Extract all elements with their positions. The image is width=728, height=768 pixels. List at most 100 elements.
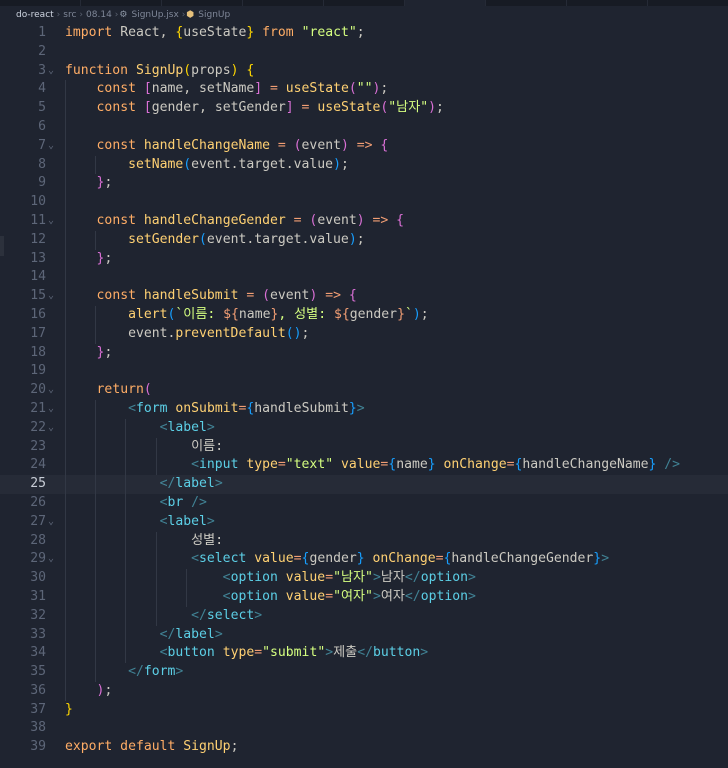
code-token: </	[357, 645, 373, 661]
fold-chevron-icon[interactable]: ⌄	[48, 62, 54, 81]
code-line[interactable]: 1 import React, {useState} from "react";	[0, 24, 728, 43]
code-token: (	[293, 137, 302, 153]
code-line[interactable]: 28 성별:	[0, 531, 728, 551]
code-line[interactable]: 39 export default SignUp;	[0, 738, 728, 757]
fold-chevron-icon[interactable]: ⌄	[48, 400, 54, 419]
code-token: const	[96, 212, 144, 228]
code-line[interactable]: 17 event.preventDefault();	[0, 324, 728, 344]
code-line[interactable]: 22 ⌄ <label>	[0, 418, 728, 438]
code-line[interactable]: 29 ⌄ <select value={gender} onChange={han…	[0, 550, 728, 570]
code-token: (	[183, 62, 192, 78]
code-line[interactable]: 37}	[0, 701, 728, 720]
code-line[interactable]: 14	[0, 268, 728, 288]
code-line[interactable]: 4 const [name, setName] = useState("");	[0, 80, 728, 100]
code-token: }	[593, 551, 602, 567]
code-token: [	[143, 81, 152, 97]
code-line[interactable]: 8 setName(event.target.value);	[0, 155, 728, 175]
code-line[interactable]: 10	[0, 193, 728, 212]
code-line[interactable]: 19	[0, 362, 728, 382]
code-line[interactable]: 36 );	[0, 681, 728, 701]
breadcrumb-item-src[interactable]: src	[61, 10, 78, 20]
line-number: 17	[30, 325, 46, 341]
line-number: 31	[30, 588, 46, 604]
code-line[interactable]: 21 ⌄ <form onSubmit={handleSubmit}>	[0, 399, 728, 419]
code-line[interactable]: 23 이름:	[0, 437, 728, 457]
code-token: ]	[254, 81, 263, 97]
code-token: <	[191, 457, 200, 473]
code-line[interactable]: 34 <button type="submit">제출</button>	[0, 644, 728, 664]
code-line[interactable]: 3 ⌄ function SignUp(props) {	[0, 62, 728, 81]
code-text: export default SignUp;	[65, 738, 238, 757]
fold-chevron-icon[interactable]: ⌄	[48, 419, 54, 438]
code-token: event.target.value	[191, 156, 334, 172]
code-line[interactable]: 38	[0, 719, 728, 738]
code-token: =	[435, 551, 444, 567]
code-line[interactable]: 7 ⌄ const handleChangeName = (event) => {	[0, 136, 728, 156]
indent-guide	[65, 362, 66, 382]
code-token: 이름:	[65, 438, 224, 454]
code-line[interactable]: 6	[0, 117, 728, 137]
breadcrumb-item-file[interactable]: SignUp.jsx	[129, 10, 180, 20]
code-editor[interactable]: do-react › src › 08.14 › ⚙ SignUp.jsx › …	[0, 0, 728, 768]
fold-chevron-icon[interactable]: ⌄	[48, 513, 54, 532]
code-text: setGender(event.target.value);	[65, 231, 365, 250]
code-token: {	[396, 212, 405, 228]
fold-chevron-icon[interactable]: ⌄	[48, 212, 54, 231]
breadcrumb-item-symbol[interactable]: SignUp	[196, 10, 232, 20]
code-token: >	[214, 626, 223, 642]
code-line[interactable]: 18 };	[0, 343, 728, 363]
code-line[interactable]: 9 };	[0, 174, 728, 194]
code-line[interactable]: 2	[0, 43, 728, 62]
code-token: import	[65, 25, 113, 40]
code-line[interactable]: 16 alert(`이름: ${name}, 성별: ${gender}`);	[0, 305, 728, 325]
code-token: from	[254, 25, 302, 40]
code-text: 이름:	[65, 438, 223, 457]
code-line[interactable]: 25 </label>	[0, 475, 728, 494]
code-text: <option value="여자">여자</option>	[65, 588, 476, 607]
fold-chevron-icon[interactable]: ⌄	[48, 287, 54, 306]
code-token: "남자"	[333, 570, 373, 586]
code-area[interactable]: 1 import React, {useState} from "react"; 2…	[0, 24, 728, 757]
code-line[interactable]: 20 ⌄ return(	[0, 381, 728, 400]
code-line[interactable]: 35 </form>	[0, 663, 728, 682]
code-line[interactable]: 12 setGender(event.target.value);	[0, 230, 728, 250]
code-text: <input type="text" value={name} onChange…	[65, 456, 680, 475]
code-text: const handleSubmit = (event) => {	[65, 287, 357, 306]
fold-chevron-icon[interactable]: ⌄	[48, 137, 54, 156]
code-token: event.target.value	[206, 231, 349, 247]
fold-chevron-icon[interactable]: ⌄	[48, 381, 54, 400]
code-token: gender, setGender	[151, 100, 286, 116]
code-token: >	[206, 513, 215, 529]
code-text: </label>	[65, 626, 223, 645]
breadcrumb-item-folder[interactable]: 08.14	[84, 10, 114, 20]
code-line[interactable]: 15 ⌄ const handleSubmit = (event) => {	[0, 287, 728, 306]
code-token: ;	[356, 231, 365, 247]
code-line[interactable]: 31 <option value="여자">여자</option>	[0, 587, 728, 607]
code-token: {	[380, 137, 389, 153]
code-token: <	[128, 400, 136, 416]
code-line[interactable]: 5 const [gender, setGender] = useState("…	[0, 99, 728, 118]
code-line[interactable]: 27 ⌄ <label>	[0, 512, 728, 532]
code-line[interactable]: 24 <input type="text" value={name} onCha…	[0, 456, 728, 476]
code-token: setName	[128, 156, 184, 172]
code-token: option	[230, 588, 278, 604]
code-token: <	[159, 513, 168, 529]
code-line[interactable]: 13 };	[0, 249, 728, 269]
fold-chevron-icon[interactable]: ⌄	[48, 550, 54, 569]
code-token: <	[222, 570, 231, 586]
code-line[interactable]: 33 </label>	[0, 625, 728, 645]
code-token: 남자	[380, 570, 405, 586]
breadcrumb-root[interactable]: do-react	[0, 10, 56, 20]
code-line[interactable]: 26 <br />	[0, 493, 728, 513]
code-line[interactable]: 11 ⌄ const handleChangeGender = (event) =…	[0, 211, 728, 231]
code-line[interactable]: 30 <option value="남자">남자</option>	[0, 569, 728, 588]
code-token: >	[325, 645, 334, 661]
code-line[interactable]: 32 </select>	[0, 606, 728, 626]
